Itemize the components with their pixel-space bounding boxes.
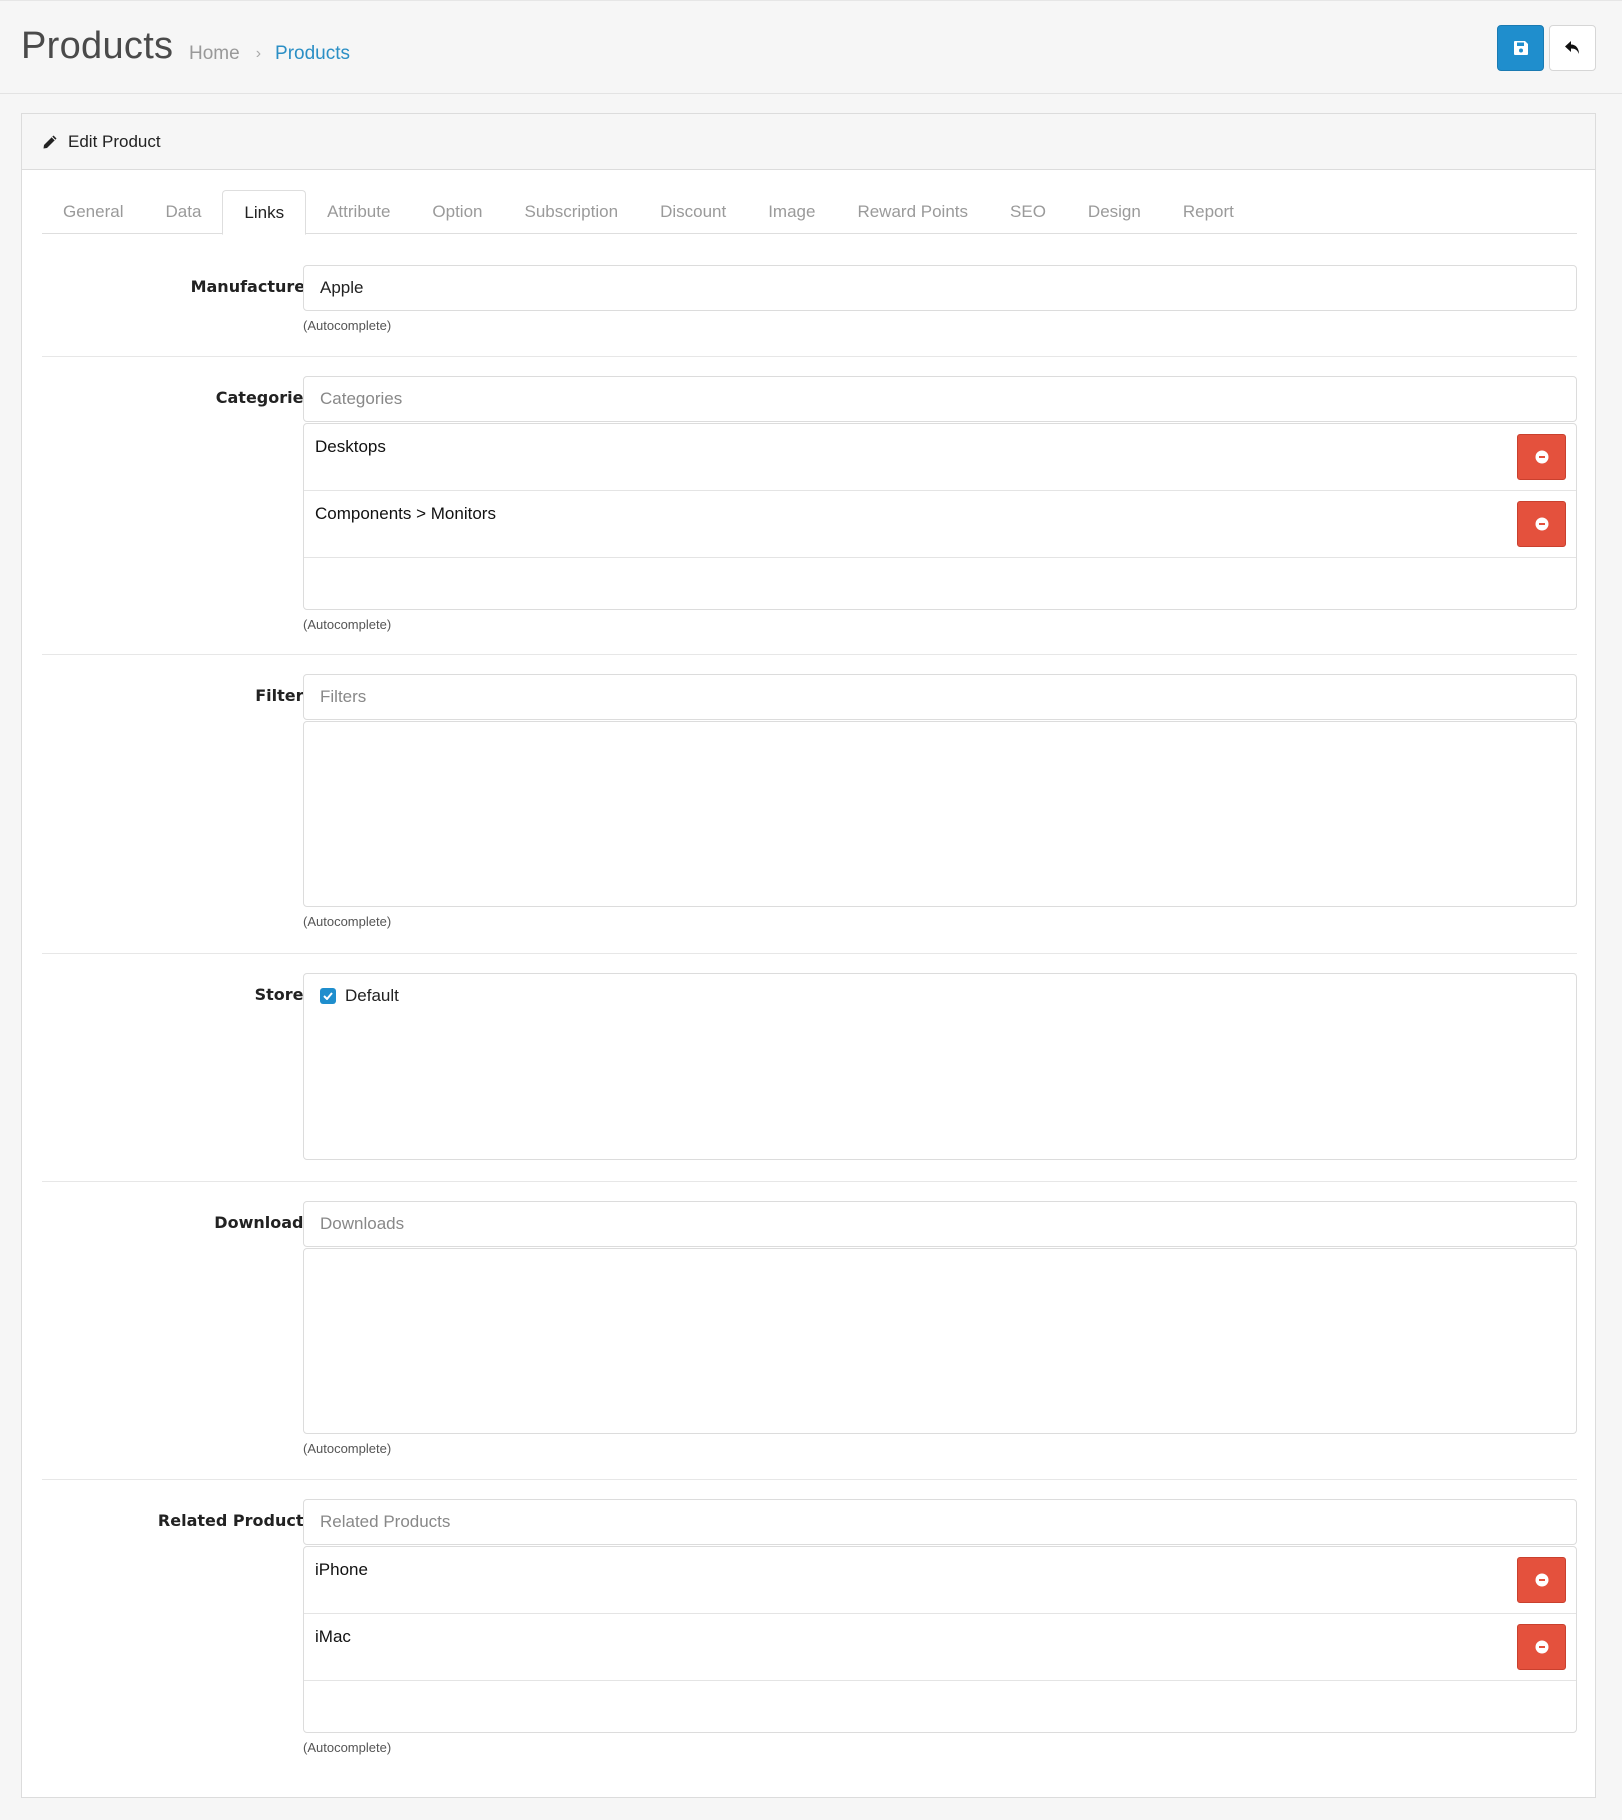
divider bbox=[42, 654, 1577, 655]
category-name: Components > Monitors bbox=[315, 504, 496, 523]
tab-option[interactable]: Option bbox=[411, 190, 503, 234]
downloads-field: (Autocomplete) bbox=[303, 1201, 1577, 1456]
tab-subscription[interactable]: Subscription bbox=[504, 190, 640, 234]
remove-category-button[interactable] bbox=[1517, 501, 1566, 547]
categories-field: Desktops Components > Monitors (Autocomp… bbox=[303, 376, 1577, 632]
tab-report[interactable]: Report bbox=[1162, 190, 1255, 234]
breadcrumb-home[interactable]: Home bbox=[189, 43, 240, 65]
store-checkbox[interactable] bbox=[320, 988, 336, 1004]
stores-list: Default bbox=[303, 973, 1577, 1160]
page-header: Products Home › Products bbox=[0, 0, 1622, 94]
downloads-list bbox=[303, 1248, 1577, 1434]
filters-field: (Autocomplete) bbox=[303, 674, 1577, 929]
product-name: iMac bbox=[315, 1627, 351, 1646]
breadcrumb-products[interactable]: Products bbox=[275, 43, 350, 65]
tab-image[interactable]: Image bbox=[747, 190, 836, 234]
minus-circle-icon bbox=[1535, 517, 1548, 531]
filters-help: (Autocomplete) bbox=[303, 914, 392, 929]
page-title: Products bbox=[21, 25, 174, 67]
store-label: Default bbox=[345, 986, 399, 1005]
list-item: iPhone bbox=[304, 1547, 1576, 1614]
related-products-help: (Autocomplete) bbox=[303, 1740, 392, 1755]
manufacturer-input[interactable] bbox=[303, 265, 1577, 311]
downloads-help: (Autocomplete) bbox=[303, 1441, 392, 1456]
card-title: Edit Product bbox=[68, 131, 161, 151]
tab-attribute[interactable]: Attribute bbox=[306, 190, 411, 234]
filters-input[interactable] bbox=[303, 674, 1577, 720]
categories-help: (Autocomplete) bbox=[303, 617, 392, 632]
related-products-list: iPhone iMac bbox=[303, 1546, 1577, 1733]
downloads-input[interactable] bbox=[303, 1201, 1577, 1247]
minus-circle-icon bbox=[1535, 450, 1548, 464]
manufacturer-field: (Autocomplete) bbox=[303, 265, 1577, 333]
tab-data[interactable]: Data bbox=[144, 190, 222, 234]
list-item: Components > Monitors bbox=[304, 491, 1576, 558]
list-item: iMac bbox=[304, 1614, 1576, 1681]
tab-seo[interactable]: SEO bbox=[989, 190, 1067, 234]
back-button[interactable] bbox=[1549, 25, 1596, 71]
categories-label: Categories bbox=[215, 388, 313, 407]
manufacturer-help: (Autocomplete) bbox=[303, 318, 392, 333]
divider bbox=[42, 1181, 1577, 1182]
related-products-input[interactable] bbox=[303, 1499, 1577, 1545]
minus-circle-icon bbox=[1535, 1640, 1548, 1654]
product-name: iPhone bbox=[315, 1560, 368, 1579]
reply-icon bbox=[1564, 41, 1579, 54]
divider bbox=[42, 953, 1577, 954]
remove-related-button[interactable] bbox=[1517, 1557, 1566, 1603]
store-option[interactable]: Default bbox=[304, 974, 1576, 1018]
save-button[interactable] bbox=[1497, 25, 1544, 71]
categories-input[interactable] bbox=[303, 376, 1577, 422]
breadcrumb-separator-icon: › bbox=[255, 45, 262, 62]
minus-circle-icon bbox=[1535, 1573, 1548, 1587]
stores-field: Default bbox=[303, 973, 1577, 1160]
related-products-label: Related Products bbox=[157, 1511, 313, 1530]
downloads-label: Downloads bbox=[214, 1213, 313, 1232]
save-icon bbox=[1513, 41, 1528, 55]
remove-category-button[interactable] bbox=[1517, 434, 1566, 480]
filters-list bbox=[303, 721, 1577, 907]
tab-general[interactable]: General bbox=[42, 190, 144, 234]
card-header: Edit Product bbox=[22, 114, 1595, 170]
category-name: Desktops bbox=[315, 437, 386, 456]
tab-bar: General Data Links Attribute Option Subs… bbox=[42, 190, 1577, 235]
tab-design[interactable]: Design bbox=[1067, 190, 1162, 234]
edit-product-card: Edit Product General Data Links Attribut… bbox=[21, 113, 1596, 1798]
related-products-field: iPhone iMac (Autocomplete) bbox=[303, 1499, 1577, 1755]
check-icon bbox=[323, 992, 333, 1000]
divider bbox=[42, 356, 1577, 357]
breadcrumb: Home › Products bbox=[189, 43, 350, 65]
tab-reward-points[interactable]: Reward Points bbox=[836, 190, 989, 234]
remove-related-button[interactable] bbox=[1517, 1624, 1566, 1670]
pencil-icon bbox=[43, 135, 57, 148]
list-item: Desktops bbox=[304, 424, 1576, 491]
divider bbox=[42, 1479, 1577, 1480]
manufacturer-label: Manufacturer bbox=[190, 277, 313, 296]
categories-list: Desktops Components > Monitors bbox=[303, 423, 1577, 610]
tab-links[interactable]: Links bbox=[222, 190, 307, 235]
tab-discount[interactable]: Discount bbox=[639, 190, 747, 234]
